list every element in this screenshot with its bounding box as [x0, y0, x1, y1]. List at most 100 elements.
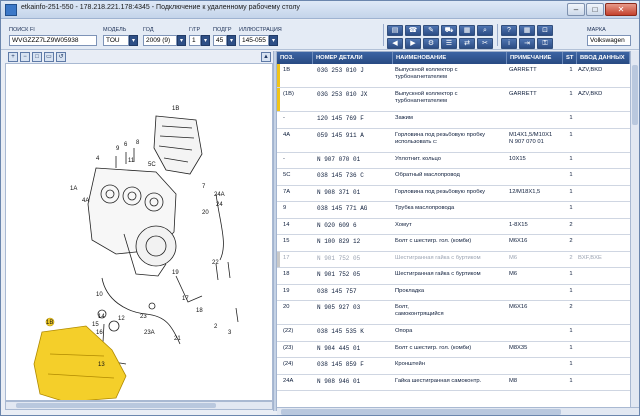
note-icon[interactable]: ✎: [423, 25, 439, 36]
brand-select[interactable]: Volkswagen: [587, 35, 631, 46]
illustration-horizontal-scrollbar[interactable]: [5, 401, 273, 410]
refresh-icon[interactable]: ↺: [56, 52, 66, 62]
year-dropdown-icon[interactable]: ▾: [177, 35, 186, 46]
group-select[interactable]: 1: [189, 35, 201, 46]
table-row[interactable]: 14 N 020 609 6 Хомут 1-8X15 2: [277, 218, 630, 235]
column-header-note[interactable]: ПРИМЕЧАНИЕ: [507, 52, 563, 64]
key-icon[interactable]: ⚿: [537, 38, 553, 49]
callout-23[interactable]: 23: [140, 314, 147, 320]
illustration-select[interactable]: 145-055: [239, 35, 269, 46]
year-select[interactable]: 2009 (9): [143, 35, 177, 46]
callout-3[interactable]: 3: [228, 330, 232, 336]
callout-23A[interactable]: 23A: [144, 330, 155, 336]
title-bar[interactable]: etkainfo-251-550 - 178.218.221.178:4345 …: [1, 1, 639, 19]
maximize-button[interactable]: □: [586, 3, 604, 16]
callout-1A[interactable]: 1A: [70, 186, 77, 192]
subgroup-select[interactable]: 45: [213, 35, 227, 46]
exit-icon[interactable]: ⇥: [519, 38, 535, 49]
callout-19[interactable]: 19: [172, 270, 179, 276]
info-icon[interactable]: i: [501, 38, 517, 49]
help-icon[interactable]: ?: [501, 25, 517, 36]
parts-illustration[interactable]: 1A 4A 1B 4 6 8 9 5C 7 11 20 22 24 24A 19…: [5, 63, 273, 401]
lock-icon[interactable]: ⊡: [537, 25, 553, 36]
table-row[interactable]: 17 N 901 752 05 Шестигранная гайка с бурти…: [277, 251, 630, 268]
callout-4A[interactable]: 4A: [82, 198, 89, 204]
subgroup-dropdown-icon[interactable]: ▾: [227, 35, 236, 46]
column-header-input[interactable]: ВВОД ДАННЫХ: [577, 52, 630, 64]
callout-21[interactable]: 21: [174, 336, 181, 342]
callout-18[interactable]: 18: [196, 308, 203, 314]
model-select[interactable]: TOU: [103, 35, 129, 46]
callout-4[interactable]: 4: [96, 156, 100, 162]
print-icon[interactable]: ▤: [387, 25, 403, 36]
phone-icon[interactable]: ☎: [405, 25, 421, 36]
table-row[interactable]: 19 038 145 757 Прокладка 1: [277, 284, 630, 301]
callout-11[interactable]: 11: [128, 158, 135, 164]
callout-16[interactable]: 16: [96, 330, 103, 336]
callout-24[interactable]: 24: [216, 202, 223, 208]
scroll-up-icon[interactable]: ▲: [261, 52, 271, 62]
table-row[interactable]: 18 N 901 752 05 Шестигранная гайка с бурти…: [277, 268, 630, 285]
table-row[interactable]: 1B 03G 253 010 J Выпускной коллектор с тур…: [277, 64, 630, 88]
callout-20[interactable]: 20: [202, 210, 209, 216]
table-vertical-scrollbar[interactable]: [630, 51, 639, 407]
table-row[interactable]: - N 907 070 01 Уплотнит. кольцо 10X15 1: [277, 152, 630, 169]
callout-10[interactable]: 10: [96, 292, 103, 298]
table-row[interactable]: - 120 145 769 F Зажим 1: [277, 112, 630, 129]
forward-icon[interactable]: ▶: [405, 38, 421, 49]
minimize-button[interactable]: –: [567, 3, 585, 16]
table-row[interactable]: 24A N 908 946 01 Гайка шестигранная самоко…: [277, 374, 630, 391]
callout-13[interactable]: 13: [98, 362, 105, 368]
fit-icon[interactable]: □: [32, 52, 42, 62]
list-icon[interactable]: ☰: [441, 38, 457, 49]
callout-22[interactable]: 22: [212, 260, 219, 266]
table-row[interactable]: (23) N 904 445 01 Болт с шестигр. гол. (ко…: [277, 341, 630, 358]
column-header-st[interactable]: ST: [563, 52, 577, 64]
column-header-pos[interactable]: ПОЗ.: [277, 52, 313, 64]
page-icon[interactable]: ▭: [44, 52, 54, 62]
table-row[interactable]: 7A N 908 371 01 Горловина под резьбовую пр…: [277, 185, 630, 202]
callout-1B-top[interactable]: 1B: [172, 106, 179, 112]
scrollbar-thumb[interactable]: [281, 409, 561, 415]
illustration-dropdown-icon[interactable]: ▾: [269, 35, 278, 46]
table-row[interactable]: 20 N 905 927 03 Болт, самоконтрящийся M6X16…: [277, 301, 630, 325]
back-icon[interactable]: ◀: [387, 38, 403, 49]
vin-search-input[interactable]: WVGZZZ7LZ9W05938: [9, 35, 97, 46]
model-dropdown-icon[interactable]: ▾: [129, 35, 138, 46]
callout-12[interactable]: 12: [118, 316, 125, 322]
group-dropdown-icon[interactable]: ▾: [201, 35, 210, 46]
callout-14[interactable]: 14: [98, 314, 105, 320]
table-row[interactable]: (22) 038 145 535 K Опора 1: [277, 325, 630, 342]
column-header-part-number[interactable]: НОМЕР ДЕТАЛИ: [313, 52, 393, 64]
grid-icon[interactable]: ▦: [519, 25, 535, 36]
callout-5C[interactable]: 5C: [148, 162, 156, 168]
table-row[interactable]: 4A 059 145 911 A Горловина под резьбовую п…: [277, 128, 630, 153]
callout-6[interactable]: 6: [124, 142, 128, 148]
tools-icon[interactable]: ✂: [477, 38, 493, 49]
zoom-out-icon[interactable]: −: [20, 52, 30, 62]
scrollbar-thumb[interactable]: [16, 403, 216, 408]
table-horizontal-scrollbar[interactable]: [277, 407, 639, 415]
table-row[interactable]: 9 038 145 771 AG Трубка маслопровода 1: [277, 202, 630, 219]
zoom-in-icon[interactable]: +: [8, 52, 18, 62]
callout-24A[interactable]: 24A: [214, 192, 225, 198]
callout-1B-highlight[interactable]: 1B: [46, 320, 53, 326]
arrows-icon[interactable]: ⇄: [459, 38, 475, 49]
printer-alt-icon[interactable]: ▦: [459, 25, 475, 36]
table-row[interactable]: (24) 038 145 859 F Кронштейн 1: [277, 358, 630, 375]
table-row[interactable]: 5C 038 145 736 C Обратный маслопровод 1: [277, 169, 630, 186]
callout-15[interactable]: 15: [92, 322, 99, 328]
table-row[interactable]: 15 N 100 829 12 Болт с шестигр. гол. (комб…: [277, 235, 630, 252]
settings-icon[interactable]: ⚙: [423, 38, 439, 49]
callout-7[interactable]: 7: [202, 184, 206, 190]
callout-9[interactable]: 9: [116, 146, 120, 152]
table-row[interactable]: (1B) 03G 253 010 JX Выпускной коллектор с …: [277, 88, 630, 112]
zoom-icon[interactable]: ⌕: [477, 25, 493, 36]
column-header-name[interactable]: НАИМЕНОВАНИЕ: [393, 52, 507, 64]
callout-17[interactable]: 17: [182, 296, 189, 302]
close-button[interactable]: ✕: [605, 3, 637, 16]
scrollbar-thumb[interactable]: [632, 65, 638, 125]
callout-8[interactable]: 8: [136, 140, 140, 146]
car-icon[interactable]: ⛟: [441, 25, 457, 36]
callout-2[interactable]: 2: [214, 324, 218, 330]
